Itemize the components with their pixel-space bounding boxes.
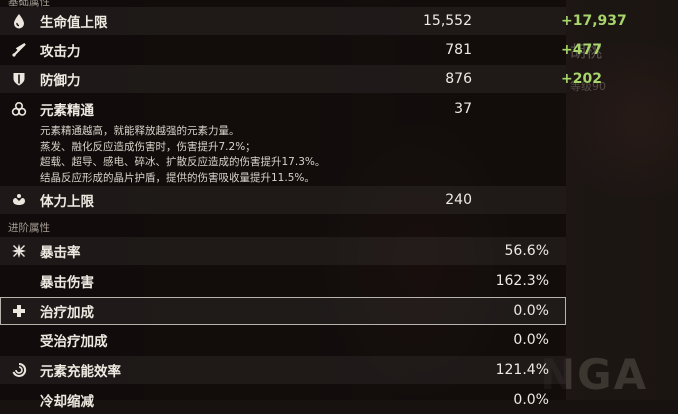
muscle-icon — [10, 191, 28, 209]
sword-icon — [10, 41, 28, 59]
drop-icon — [10, 12, 28, 30]
stat-row-crit-rate[interactable]: 暴击率 56.6% — [0, 237, 566, 265]
stat-value: 876 — [445, 71, 472, 87]
stat-row-healing[interactable]: 治疗加成 0.0% — [0, 297, 566, 325]
stat-label: 受治疗加成 — [40, 334, 108, 350]
stat-value: 121.4% — [495, 362, 549, 378]
stat-value: 0.0% — [513, 303, 549, 319]
stat-value: 781 — [445, 42, 472, 58]
em-description-line: 蒸发、融化反应造成伤害时，伤害提升7.2%； — [40, 140, 256, 153]
stat-label: 生命值上限 — [40, 15, 108, 31]
shield-icon — [10, 70, 28, 88]
stat-bonus: +202 — [561, 71, 602, 87]
crit-star-icon — [10, 242, 28, 260]
stat-value: 15,552 — [423, 13, 472, 29]
stat-label: 防御力 — [40, 73, 81, 89]
stat-value: 240 — [445, 192, 472, 208]
em-description-line: 元素精通越高，就能释放越强的元素力量。 — [40, 125, 240, 137]
stat-label: 体力上限 — [40, 194, 94, 210]
stat-row-energy-recharge[interactable]: 元素充能效率 121.4% — [0, 356, 566, 384]
stat-label: 暴击率 — [40, 245, 81, 261]
advanced-attributes-header: 进阶属性 — [8, 222, 50, 234]
stat-label: 元素充能效率 — [40, 364, 121, 380]
attributes-panel: 基础属性 生命值上限 15,552 +17,937 攻击力 781 +477 防… — [0, 0, 627, 410]
stat-row-em[interactable]: 元素精通 37 — [0, 95, 566, 123]
stat-row-cd-reduction[interactable]: 冷却缩减 0.0% — [0, 386, 566, 414]
stat-label: 冷却缩减 — [40, 394, 94, 410]
stat-label: 治疗加成 — [40, 305, 94, 321]
stat-value: 162.3% — [495, 273, 549, 289]
stat-bonus: +17,937 — [561, 13, 627, 29]
plus-cross-icon — [10, 302, 28, 320]
stat-label: 攻击力 — [40, 44, 81, 60]
stat-row-crit-dmg[interactable]: 暴击伤害 162.3% — [0, 267, 566, 295]
stat-value: 37 — [454, 101, 472, 117]
em-description: 元素精通越高，就能释放越强的元素力量。 蒸发、融化反应造成伤害时，伤害提升7.2… — [40, 124, 325, 186]
stat-label: 元素精通 — [40, 103, 94, 119]
stat-row-def[interactable]: 防御力 876 +202 — [0, 65, 602, 93]
stat-value: 0.0% — [513, 332, 549, 348]
stat-label: 暴击伤害 — [40, 275, 94, 291]
stat-value: 56.6% — [504, 243, 549, 259]
em-description-line: 超载、超导、感电、碎冰、扩散反应造成的伤害提升17.3%。 — [40, 156, 326, 168]
em-description-line: 结晶反应形成的晶片护盾，提供的伤害吸收量提升11.5%。 — [40, 171, 315, 184]
stat-row-atk[interactable]: 攻击力 781 +477 — [0, 36, 602, 64]
stat-row-hp[interactable]: 生命值上限 15,552 +17,937 — [0, 7, 627, 35]
stat-row-stamina[interactable]: 体力上限 240 — [0, 186, 566, 214]
swirl-icon — [10, 361, 28, 379]
stat-value: 0.0% — [513, 392, 549, 408]
stat-row-incoming-healing[interactable]: 受治疗加成 0.0% — [0, 326, 566, 354]
atom-icon — [10, 100, 28, 118]
stat-bonus: +477 — [561, 42, 602, 58]
